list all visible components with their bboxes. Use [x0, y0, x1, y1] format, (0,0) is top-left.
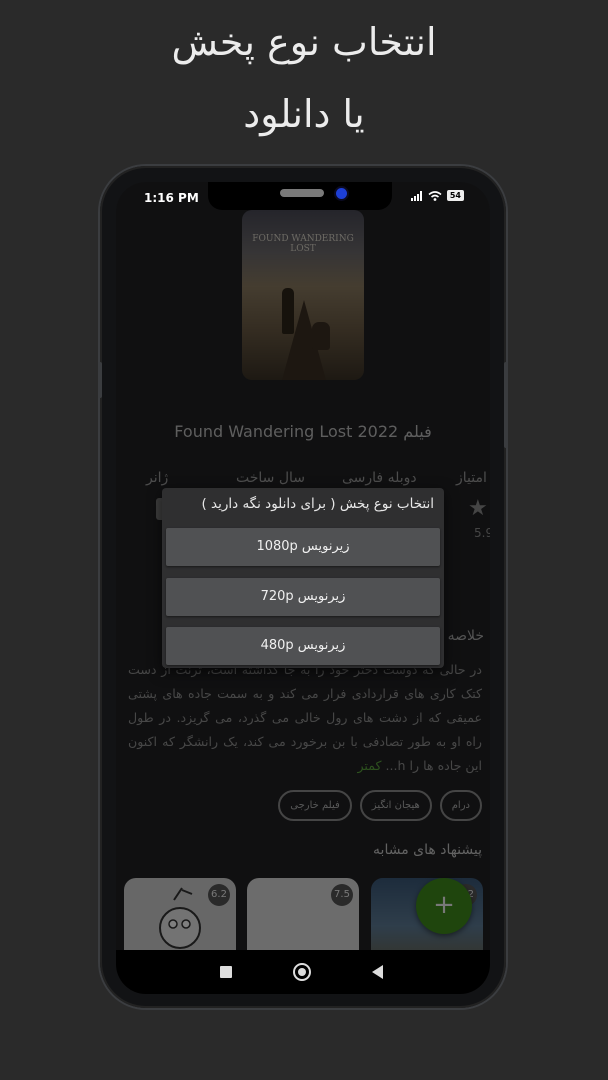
phone-side-button: [98, 362, 102, 398]
battery-icon: 54: [446, 190, 464, 201]
phone-volume-button: [504, 362, 508, 448]
status-time: 1:16 PM: [144, 191, 199, 205]
front-camera: [336, 188, 347, 199]
status-bar: 1:16 PM 54: [116, 182, 490, 214]
speaker-grille: [280, 189, 324, 197]
wifi-icon: [428, 190, 442, 201]
back-icon[interactable]: [372, 965, 383, 979]
headline-line-1: انتخاب نوع پخش: [171, 20, 437, 64]
playback-type-dialog: انتخاب نوع پخش ( برای دانلود نگه دارید )…: [162, 488, 444, 668]
dialog-title: انتخاب نوع پخش ( برای دانلود نگه دارید ): [201, 496, 434, 512]
headline-line-2: یا دانلود: [243, 92, 365, 136]
phone-screen: FOUND WANDERING LOST فیلم Found Wanderin…: [116, 182, 490, 994]
signal-icon: [410, 190, 422, 201]
recents-icon[interactable]: [220, 966, 232, 978]
option-1080p-button[interactable]: زیرنویس 1080p: [166, 528, 440, 566]
home-icon[interactable]: [293, 963, 311, 981]
navigation-bar: [116, 950, 490, 994]
status-icons: 54: [410, 190, 464, 201]
option-480p-button[interactable]: زیرنویس 480p: [166, 627, 440, 665]
option-720p-button[interactable]: زیرنویس 720p: [166, 578, 440, 616]
